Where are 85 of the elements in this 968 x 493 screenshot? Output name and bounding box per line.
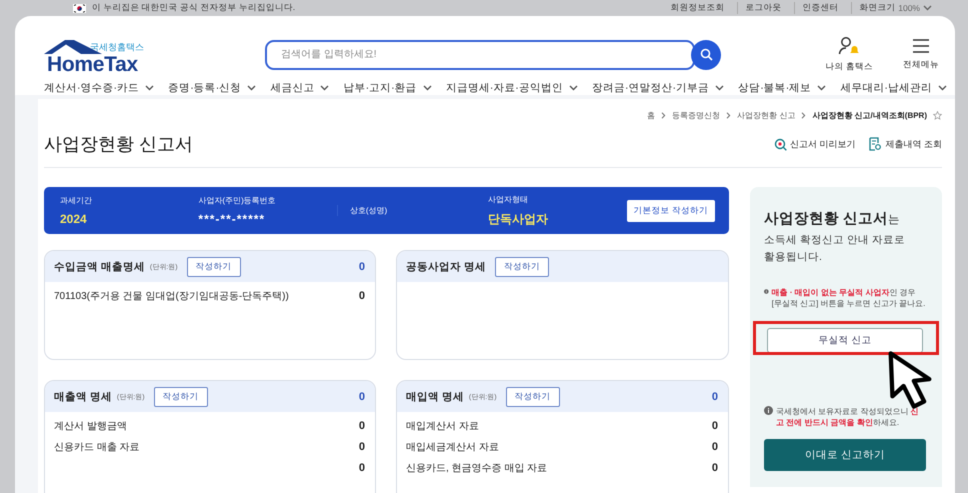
breadcrumb-item[interactable]: 홈 xyxy=(647,110,656,121)
notice-text: 매출 · 매입이 없는 무실적 사업자인 경우 [무실적 신고] 버튼을 누르면 신고가 끝나요. xyxy=(772,286,926,310)
zoom-label: 화면크기 xyxy=(859,2,896,14)
document-search-icon xyxy=(869,137,882,151)
sidebar-intro: 소득세 확정신고 안내 자료로 활용됩니다. xyxy=(764,233,906,265)
row-amount: 0 xyxy=(712,462,718,474)
nil-report-button[interactable]: 무실적 신고 xyxy=(767,328,923,354)
nav-menu-item[interactable]: 장려금·연말정산·기부금 xyxy=(592,81,724,95)
chevron-down-icon xyxy=(817,85,826,91)
menu-icon xyxy=(912,38,930,54)
total-amount: 0 xyxy=(712,390,718,402)
breadcrumb-item: 사업장현황 신고/내역조회(BPR) xyxy=(812,110,927,121)
field-value: 단독사업자 xyxy=(488,210,550,228)
field-label: 과세기간 xyxy=(60,195,93,206)
total-amount: 0 xyxy=(358,390,365,402)
nav-menu-item[interactable]: 증명·등록·신청 xyxy=(168,81,256,95)
star-icon[interactable] xyxy=(933,111,942,120)
row-amount: 0 xyxy=(358,420,365,432)
sidebar-heading: 사업장현황 신고서는 xyxy=(764,211,902,228)
chevron-down-icon xyxy=(568,85,578,91)
row-label: 매입세금계산서 자료 xyxy=(406,440,499,454)
submit-report-button[interactable]: 이대로 신고하기 xyxy=(764,438,926,471)
nav-menu-item[interactable]: 세무대리·납세관리 xyxy=(840,81,947,95)
flag-icon xyxy=(73,4,86,12)
chevron-right-icon xyxy=(801,112,806,119)
banner-text: 이 누리집은 대한민국 공식 전자정부 누리집입니다. xyxy=(92,2,296,14)
preview-icon xyxy=(774,138,787,150)
field-label: 사업자(주민)등록번호 xyxy=(198,195,277,206)
breadcrumb-item[interactable]: 등록증명신청 xyxy=(672,110,720,121)
chevron-down-icon xyxy=(923,5,932,11)
write-button[interactable]: 작성하기 xyxy=(186,256,241,276)
nav-menu-item[interactable]: 지급명세·자료·공익법인 xyxy=(446,81,578,95)
total-amount: 0 xyxy=(358,260,365,272)
row-label: 701103(주거용 건물 임대업(장기임대공동-단독주택)) xyxy=(54,290,289,302)
field-label: 사업자형태 xyxy=(488,194,530,204)
basic-info-button[interactable]: 기본정보 작성하기 xyxy=(626,200,715,222)
row-amount: 0 xyxy=(358,462,365,474)
top-link[interactable]: 로그아웃 xyxy=(737,2,788,14)
chevron-down-icon xyxy=(938,85,947,91)
chevron-down-icon xyxy=(320,85,330,91)
row-amount: 0 xyxy=(358,440,365,452)
info-icon xyxy=(764,406,773,416)
write-button[interactable]: 작성하기 xyxy=(154,386,208,406)
write-button[interactable]: 작성하기 xyxy=(494,256,549,276)
submission-history-link[interactable]: 제출내역 조회 xyxy=(869,137,942,151)
top-link[interactable]: 인증센터 xyxy=(794,2,846,14)
chevron-right-icon xyxy=(726,112,732,119)
field-value: 2024 xyxy=(60,212,88,226)
chevron-down-icon xyxy=(247,85,256,91)
row-label: 신용카드, 현금영수증 매입 자료 xyxy=(406,462,548,474)
logo-text[interactable]: HomeTax xyxy=(47,52,138,76)
person-bell-icon xyxy=(838,36,860,56)
preview-link[interactable]: 신고서 미리보기 xyxy=(774,137,856,151)
search-field[interactable]: 검색어를 입력하세요! xyxy=(265,40,695,70)
nav-menu-item[interactable]: 상담·불복·제보 xyxy=(738,81,826,95)
row-label: 계산서 발행금액 xyxy=(54,420,127,432)
zoom-value[interactable]: 100% xyxy=(898,3,920,13)
nav-menu-item[interactable]: 계산서·영수증·카드 xyxy=(44,81,154,95)
nav-menu-item[interactable]: 납부·고지·환급 xyxy=(344,81,432,95)
row-label: 신용카드 매출 자료 xyxy=(54,440,140,454)
chevron-down-icon xyxy=(145,85,154,91)
search-icon xyxy=(700,48,712,61)
logo-caption: 국세청홈택스 xyxy=(90,40,144,54)
chevron-down-icon xyxy=(715,85,724,91)
row-amount: 0 xyxy=(358,290,365,302)
row-amount: 0 xyxy=(712,420,718,432)
card-title: 매출액 명세 xyxy=(54,390,112,404)
write-button[interactable]: 작성하기 xyxy=(506,386,560,406)
row-label: 매입계산서 자료 xyxy=(406,420,479,432)
card-title: 공동사업자 명세 xyxy=(406,260,486,274)
page-title: 사업장현황 신고서 xyxy=(44,133,194,156)
chevron-down-icon xyxy=(422,85,432,91)
row-amount: 0 xyxy=(712,440,718,452)
nav-menu-item[interactable]: 세금신고 xyxy=(270,81,330,95)
all-menu-button[interactable]: 전체메뉴 xyxy=(899,38,943,71)
info-icon xyxy=(764,286,769,296)
card-title: 수입금액 매출명세 xyxy=(54,260,145,274)
notice-text: 국세청에서 보유자료로 작성되었으니 신고 전에 반드시 금액을 확인하세요. xyxy=(776,406,920,429)
field-value: ***-**-***** xyxy=(198,212,266,226)
my-hometax-button[interactable]: 나의 홈택스 xyxy=(822,36,877,73)
chevron-right-icon xyxy=(661,112,666,119)
top-link[interactable]: 회원정보조회 xyxy=(663,2,732,14)
field-label: 상호(성명) xyxy=(350,205,388,216)
card-title: 매입액 명세 xyxy=(406,390,464,404)
breadcrumb-item[interactable]: 사업장현황 신고 xyxy=(737,110,796,121)
